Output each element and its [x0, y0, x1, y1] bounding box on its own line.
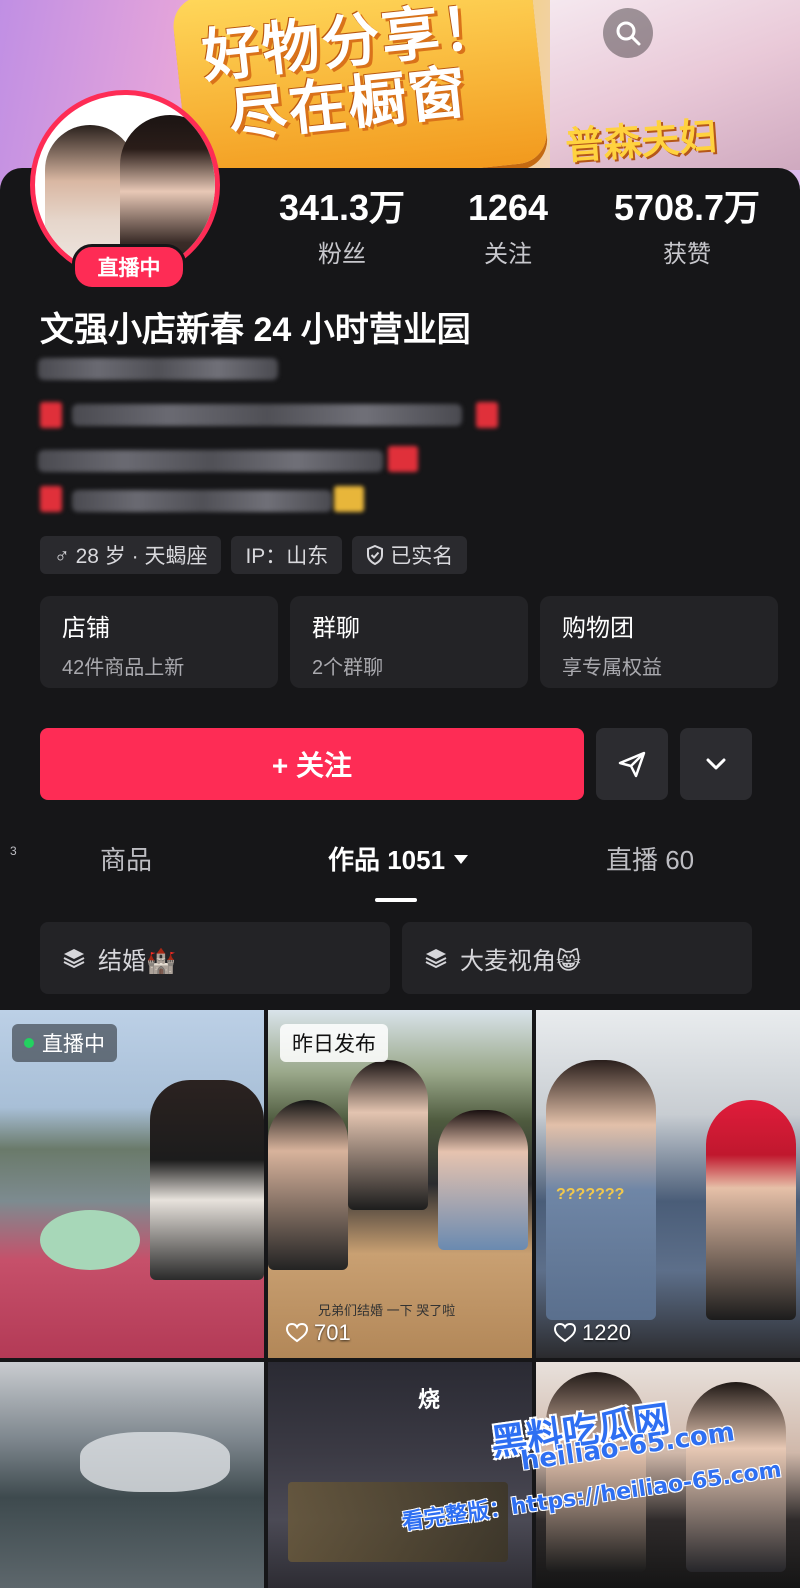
video-card-3[interactable]: ??????? 1220	[536, 1010, 800, 1358]
tag-verified-text: 已实名	[390, 545, 454, 568]
bio-mark-3	[388, 446, 418, 472]
stat-following-value: 1264	[467, 187, 549, 228]
layers-icon	[425, 949, 447, 969]
collection-wedding-label: 结婚🏰	[98, 947, 176, 975]
search-button[interactable]	[603, 8, 653, 58]
stat-fans-value: 341.3万	[278, 187, 406, 228]
tag-verified: 已实名	[352, 536, 468, 574]
video-2-person-a	[348, 1060, 428, 1210]
stat-likes[interactable]: 5708.7万 获赞	[594, 188, 780, 269]
video-1-tag-text: 直播中	[42, 1033, 105, 1056]
video-2-likes-count: 701	[314, 1320, 351, 1345]
stat-fans-label: 粉丝	[318, 241, 366, 268]
tab-goods[interactable]: 商品	[100, 840, 152, 877]
bio-mark-4	[40, 486, 62, 512]
card-shop-title: 店铺	[62, 615, 110, 642]
video-3-caption: ???????	[556, 1186, 625, 1203]
card-group-chat[interactable]: 群聊 2个群聊	[290, 596, 528, 688]
tab-active-indicator	[375, 898, 417, 902]
card-group-chat-title: 群聊	[312, 615, 360, 642]
card-shop-subtitle: 42件商品上新	[62, 657, 185, 679]
more-button[interactable]	[680, 728, 752, 800]
layers-icon	[63, 949, 85, 969]
message-button[interactable]	[596, 728, 668, 800]
bio-mark-1	[40, 402, 62, 428]
heart-icon	[554, 1323, 576, 1343]
tag-age: ♂ 28 岁 · 天蝎座	[40, 536, 222, 574]
card-shopping-group-title: 购物团	[562, 615, 634, 642]
tag-ip-text: IP：山东	[245, 545, 329, 568]
send-icon	[618, 751, 646, 778]
tab-works[interactable]: 作品 1051	[328, 840, 469, 877]
bio-line-2	[72, 404, 462, 426]
collection-damai[interactable]: 大麦视角😸	[402, 922, 752, 994]
live-badge[interactable]: 直播中	[72, 244, 186, 290]
video-grid: 直播中 昨日发布 兄弟们结婚 一下 哭了啦 701 ??????? 1220 烧	[0, 1010, 800, 1588]
profile-tags: ♂ 28 岁 · 天蝎座 IP：山东 已实名	[40, 536, 468, 574]
tag-ip: IP：山东	[231, 536, 343, 574]
bio-line-1	[38, 358, 278, 380]
stat-following[interactable]: 1264 关注	[428, 188, 588, 269]
live-dot	[24, 1038, 34, 1048]
bio-line-4	[72, 490, 332, 512]
video-2-tag: 昨日发布	[280, 1024, 388, 1062]
card-shopping-group[interactable]: 购物团 享专属权益	[540, 596, 778, 688]
bio-mark-2	[476, 402, 498, 428]
collection-damai-label: 大麦视角😸	[460, 947, 582, 975]
video-card-5[interactable]: 烧	[268, 1362, 532, 1588]
video-3-likes: 1220	[554, 1320, 631, 1346]
card-shopping-group-subtitle: 享专属权益	[562, 657, 662, 679]
follow-button[interactable]: + 关注	[40, 728, 584, 800]
tab-works-label: 作品 1051	[328, 845, 446, 875]
nickname: 文强小店新春 24 小时营业囩	[40, 311, 471, 349]
video-1-pot	[40, 1210, 140, 1270]
video-2-person-c	[438, 1110, 528, 1250]
video-4-mist	[80, 1432, 230, 1492]
content-tabs: 3 商品 作品 1051 直播 60	[0, 840, 800, 900]
shield-check-icon	[367, 545, 384, 565]
bio-mark-5	[334, 486, 364, 512]
side-mark: 3	[10, 844, 17, 858]
feature-cards: 店铺 42件商品上新 群聊 2个群聊 购物团 享专属权益	[40, 596, 778, 688]
video-3-person-b	[706, 1100, 796, 1320]
heart-icon	[286, 1323, 308, 1343]
video-2-person-b	[268, 1100, 348, 1270]
bio-line-3	[38, 450, 383, 472]
video-card-2[interactable]: 昨日发布 兄弟们结婚 一下 哭了啦 701	[268, 1010, 532, 1358]
banner-brand-text: 普森夫妇	[563, 113, 719, 169]
video-card-4[interactable]	[0, 1362, 264, 1588]
video-card-1[interactable]: 直播中	[0, 1010, 264, 1358]
video-2-likes: 701	[286, 1320, 351, 1346]
video-3-likes-count: 1220	[582, 1320, 631, 1345]
stat-fans[interactable]: 341.3万 粉丝	[262, 188, 422, 269]
video-1-live-tag: 直播中	[12, 1024, 117, 1062]
tab-live[interactable]: 直播 60	[606, 840, 694, 877]
chevron-down-icon	[706, 758, 726, 770]
stat-following-label: 关注	[484, 241, 532, 268]
card-group-chat-subtitle: 2个群聊	[312, 657, 384, 679]
search-icon	[616, 21, 641, 46]
video-5-caption: 烧	[418, 1387, 441, 1412]
video-1-person	[150, 1080, 264, 1280]
tag-age-text: ♂ 28 岁 · 天蝎座	[54, 545, 208, 568]
card-shop[interactable]: 店铺 42件商品上新	[40, 596, 278, 688]
collection-wedding[interactable]: 结婚🏰	[40, 922, 390, 994]
video-2-caption: 兄弟们结婚 一下 哭了啦	[318, 1303, 456, 1318]
stat-likes-label: 获赞	[663, 241, 711, 268]
stat-likes-value: 5708.7万	[613, 187, 761, 228]
caret-down-icon	[454, 854, 469, 864]
